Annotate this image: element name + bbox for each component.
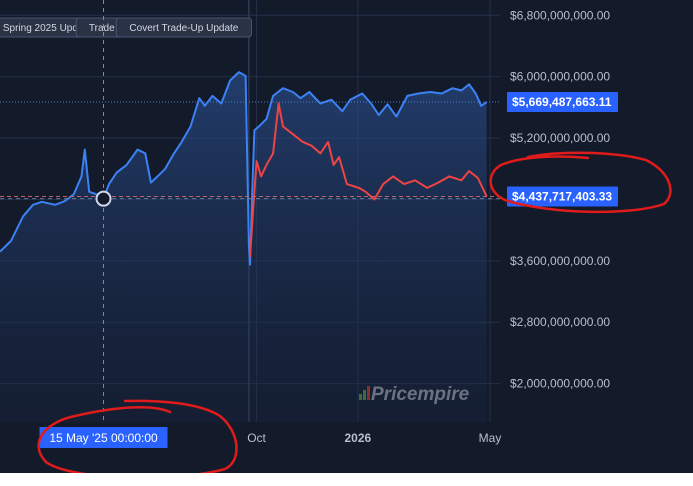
chart-container[interactable]: Spring 2025 UpdateTrade Revert UpdateCov…	[0, 0, 693, 473]
pricempire-watermark: Pricempire	[359, 384, 470, 405]
x-tick-label: 2026	[345, 431, 372, 445]
y-tick-label: $2,000,000,000.00	[510, 377, 610, 391]
x-tick-label: Oct	[247, 431, 266, 445]
crosshair-point[interactable]	[95, 190, 112, 207]
y-tick-label: $6,800,000,000.00	[510, 8, 610, 22]
price-tag-text: $4,437,717,403.33	[512, 190, 612, 204]
y-tick-label: $2,800,000,000.00	[510, 315, 610, 329]
crosshair-date-label: 15 May '25 00:00:00	[49, 431, 158, 445]
y-tick-label: $6,000,000,000.00	[510, 70, 610, 84]
y-tick-label: $5,200,000,000.00	[510, 131, 610, 145]
series-0-area	[0, 72, 487, 422]
annotation-label: Covert Trade-Up Update	[129, 23, 238, 34]
pricempire-brand-text: Pricempire	[371, 384, 470, 405]
price-tag-text: $5,669,487,663.11	[512, 95, 612, 109]
x-tick-label: May	[479, 431, 502, 445]
y-tick-label: $3,600,000,000.00	[510, 254, 610, 268]
annotation-flag[interactable]: Covert Trade-Up Update	[115, 17, 252, 38]
price-chart[interactable]: Spring 2025 UpdateTrade Revert UpdateCov…	[0, 0, 693, 473]
